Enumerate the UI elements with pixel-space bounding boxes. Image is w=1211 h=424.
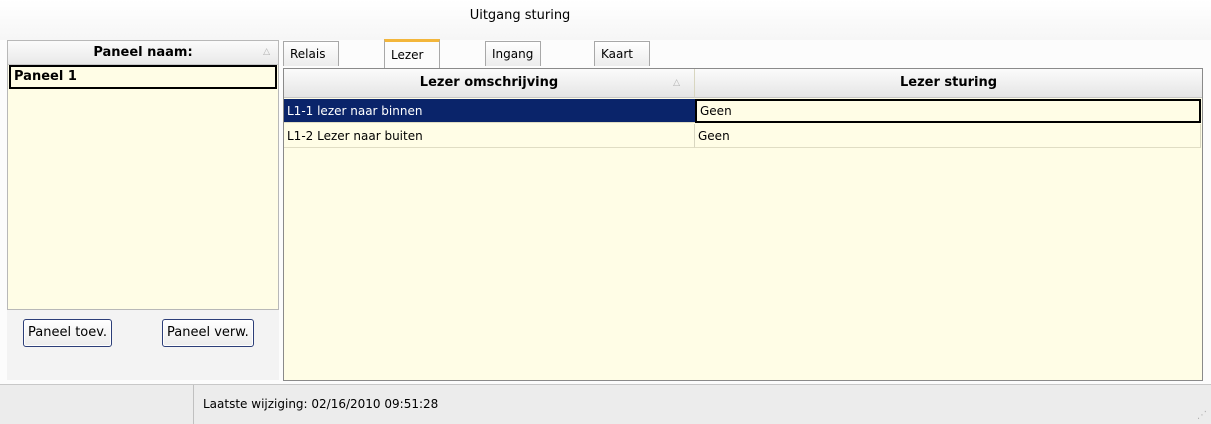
page-title: Uitgang sturing: [469, 8, 571, 23]
panel-row[interactable]: Paneel 1: [9, 65, 277, 89]
table-row-omschrijving[interactable]: L1-1 lezer naar binnen: [284, 99, 695, 123]
remove-panel-button[interactable]: Paneel verw.: [162, 319, 254, 347]
tab-ingang-sturing[interactable]: Ingang sturing: [485, 41, 542, 85]
column-header-omschrijving-label: Lezer omschrijving: [419, 75, 559, 90]
table-row-sturing[interactable]: Geen: [695, 99, 1201, 123]
sort-asc-icon: △: [673, 78, 680, 88]
panel-name-column-header[interactable]: Paneel naam: △: [8, 41, 278, 65]
column-header-omschrijving[interactable]: Lezer omschrijving △: [284, 69, 695, 98]
tab-kaart-sturing[interactable]: Kaart sturing: [594, 41, 651, 85]
status-bar-left-pane: [0, 385, 194, 424]
panel-grid: Paneel naam: △ Paneel 1: [7, 40, 279, 310]
column-header-sturing[interactable]: Lezer sturing: [695, 69, 1202, 98]
table-row-omschrijving[interactable]: L1-2 Lezer naar buiten: [284, 124, 695, 148]
status-bar: Laatste wijziging: 02/16/2010 09:51:28 ⋰: [0, 384, 1211, 424]
sort-asc-icon: △: [263, 47, 270, 57]
tab-relais-sturing[interactable]: Relais sturing: [283, 41, 340, 85]
panel-name-header-label: Paneel naam:: [93, 45, 193, 60]
table-row-sturing[interactable]: Geen: [695, 124, 1201, 148]
reader-control-grid: Lezer omschrijving △ Lezer sturing L1-1 …: [283, 68, 1203, 381]
add-panel-button[interactable]: Paneel toev.: [23, 319, 113, 347]
last-modified-text: Laatste wijziging: 02/16/2010 09:51:28: [203, 397, 439, 411]
resize-grip-icon[interactable]: ⋰: [1197, 410, 1207, 421]
tab-lezer-sturing[interactable]: Lezer sturing: [384, 39, 441, 88]
